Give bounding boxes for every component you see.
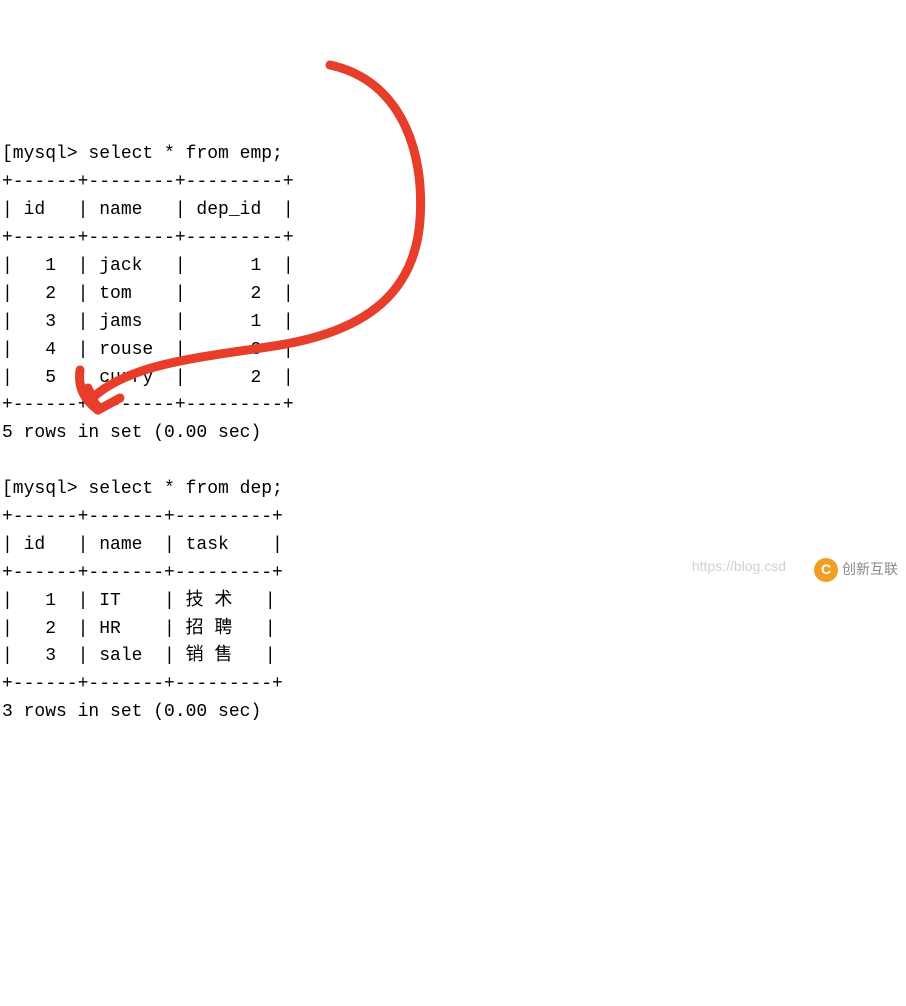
- table-border: +------+--------+---------+: [2, 395, 294, 415]
- table-border: +------+-------+---------+: [2, 507, 283, 527]
- sql-query-1: select * from emp;: [88, 144, 282, 164]
- table-border: +------+--------+---------+: [2, 172, 294, 192]
- table-row: | 3 | jams | 1 |: [2, 312, 294, 332]
- table-header-emp: | id | name | dep_id |: [2, 200, 294, 220]
- table-row: | 1 | jack | 1 |: [2, 256, 294, 276]
- table-border: +------+-------+---------+: [2, 563, 283, 583]
- table-row: | 1 | IT | 技 术 |: [2, 591, 276, 611]
- table-row: | 2 | tom | 2 |: [2, 284, 294, 304]
- table-row: | 3 | sale | 销 售 |: [2, 646, 276, 666]
- terminal-output: [mysql> select * from emp; +------+-----…: [0, 112, 906, 728]
- table-border: +------+-------+---------+: [2, 674, 283, 694]
- mysql-prompt: [mysql>: [2, 479, 88, 499]
- result-footer-1: 5 rows in set (0.00 sec): [2, 423, 261, 443]
- table-header-dep: | id | name | task |: [2, 535, 283, 555]
- table-border: +------+--------+---------+: [2, 228, 294, 248]
- watermark-brand: 创新互联: [842, 559, 898, 581]
- watermark-logo: C 创新互联: [814, 558, 898, 582]
- sql-query-2: select * from dep;: [88, 479, 282, 499]
- table-row: | 5 | curry | 2 |: [2, 368, 294, 388]
- logo-icon: C: [814, 558, 838, 582]
- result-footer-2: 3 rows in set (0.00 sec): [2, 702, 261, 722]
- mysql-prompt: [mysql>: [2, 144, 88, 164]
- watermark-url: https://blog.csd: [692, 556, 786, 578]
- table-row: | 4 | rouse | 3 |: [2, 340, 294, 360]
- table-row: | 2 | HR | 招 聘 |: [2, 619, 276, 639]
